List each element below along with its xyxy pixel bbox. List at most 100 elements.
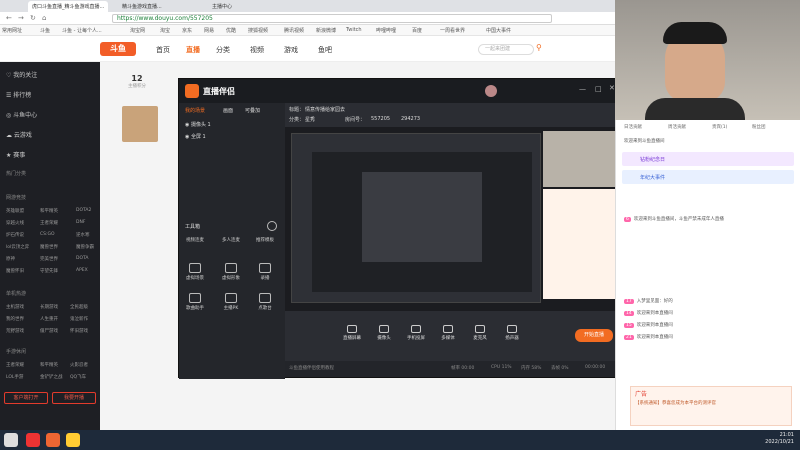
tool-pk[interactable]: 主播PK bbox=[219, 293, 243, 311]
category-link[interactable]: lol云顶之弈 bbox=[6, 244, 29, 250]
nav-video[interactable]: 视频 bbox=[250, 45, 264, 55]
category-link[interactable]: 穿越火线 bbox=[6, 220, 24, 226]
close-icon[interactable]: ✕ bbox=[609, 84, 615, 92]
browser-tab[interactable]: 精斗鱼游戏直播... bbox=[118, 1, 198, 12]
room-title[interactable]: 情意传播给家园去 bbox=[305, 106, 345, 113]
streamer-avatar[interactable] bbox=[122, 106, 158, 142]
room-category[interactable]: 星秀 bbox=[305, 116, 315, 123]
category-link[interactable]: 主机游戏 bbox=[6, 304, 24, 310]
nav-live[interactable]: 直播 bbox=[186, 45, 200, 55]
category-link[interactable]: DOTA bbox=[76, 256, 89, 261]
forward-icon[interactable]: → bbox=[18, 14, 24, 22]
category-link[interactable]: 魔兽世界 bbox=[40, 244, 58, 250]
nav-category[interactable]: 分类 bbox=[216, 45, 230, 55]
category-link[interactable]: 长期游戏 bbox=[40, 304, 58, 310]
category-link[interactable]: 英雄联盟 bbox=[6, 208, 24, 214]
scene-item[interactable]: ◉ 摄像头 1 bbox=[185, 121, 211, 128]
tab-overlay[interactable]: 可叠加 bbox=[245, 107, 260, 114]
url-input[interactable]: https://www.douyu.com/557205 bbox=[112, 14, 552, 23]
category-link[interactable]: 火影忍者 bbox=[70, 362, 88, 368]
speaker-button[interactable]: 扬声器 bbox=[497, 325, 527, 341]
tab-scenes[interactable]: 我的场景 bbox=[185, 107, 205, 114]
refresh-icon[interactable]: ↻ bbox=[30, 14, 36, 22]
category-link[interactable]: LOL手游 bbox=[6, 374, 23, 380]
category-link[interactable]: 王者荣耀 bbox=[6, 362, 24, 368]
mic-button[interactable]: 麦克风 bbox=[465, 325, 495, 341]
tool-template[interactable]: 推荐模板 bbox=[253, 237, 277, 243]
event-banner[interactable]: 钻粉纪念日 bbox=[622, 152, 794, 166]
start-live-button[interactable]: 开始直播 bbox=[575, 329, 613, 342]
chat-tab[interactable]: 粉丝团 bbox=[752, 124, 766, 130]
event-banner[interactable]: 年纪大事件 bbox=[622, 170, 794, 184]
start-stream-button[interactable]: 我要开播 bbox=[52, 392, 96, 404]
folder-icon[interactable] bbox=[66, 433, 80, 447]
bookmark[interactable]: 网易 bbox=[204, 27, 214, 34]
chrome-icon[interactable] bbox=[26, 433, 40, 447]
add-media-button[interactable]: 多媒体 bbox=[433, 325, 463, 341]
tab-picture[interactable]: 画面 bbox=[223, 107, 233, 114]
add-screen-button[interactable]: 直播屏幕 bbox=[337, 325, 367, 341]
bookmark[interactable]: 优酷 bbox=[226, 27, 236, 34]
sidebar-item-rank[interactable]: ☰ 排行榜 bbox=[6, 90, 31, 99]
tool-song-helper[interactable]: 歌曲助手 bbox=[183, 293, 207, 311]
sidebar-item-match[interactable]: ★ 赛事 bbox=[6, 150, 25, 159]
nav-yuba[interactable]: 鱼吧 bbox=[318, 45, 332, 55]
category-link[interactable]: 炉石传说 bbox=[6, 232, 24, 238]
category-link[interactable]: DOTA2 bbox=[76, 208, 91, 213]
category-link[interactable]: 人生重开 bbox=[40, 316, 58, 322]
toolbox-more-icon[interactable] bbox=[267, 221, 277, 231]
bookmark[interactable]: Twitch bbox=[346, 27, 362, 33]
bookmark[interactable]: 斗鱼 bbox=[40, 27, 50, 34]
browser-tab[interactable]: 主播中心 bbox=[208, 1, 268, 12]
sidebar-item-cloudgame[interactable]: ☁ 云游戏 bbox=[6, 130, 32, 139]
tool-video-mic[interactable]: 视频连麦 bbox=[183, 237, 207, 243]
tool-song-request[interactable]: 点歌台 bbox=[253, 293, 277, 311]
chat-tab[interactable]: 日活贡献 bbox=[624, 124, 642, 130]
tool-virtual-scene[interactable]: 虚拟场景 bbox=[183, 263, 207, 281]
scene-item[interactable]: ◉ 全屏 1 bbox=[185, 133, 206, 140]
category-link[interactable]: 和平精英 bbox=[40, 362, 58, 368]
sidebar-item-center[interactable]: ◎ 斗鱼中心 bbox=[6, 110, 37, 119]
bookmark[interactable]: 哔哩哔哩 bbox=[376, 27, 396, 34]
bookmark[interactable]: 新浪微博 bbox=[316, 27, 336, 34]
tool-record[interactable]: 录播 bbox=[253, 263, 277, 281]
search-icon[interactable]: ⚲ bbox=[536, 43, 542, 52]
tool-virtual-avatar[interactable]: 虚拟形象 bbox=[219, 263, 243, 281]
user-avatar[interactable] bbox=[485, 85, 497, 97]
bookmark[interactable]: 斗鱼 - 让每个人... bbox=[62, 27, 102, 34]
category-link[interactable]: 怀旧游戏 bbox=[70, 328, 88, 334]
bookmark[interactable]: 淘宝 bbox=[160, 27, 170, 34]
ad-banner[interactable]: 广告 【系统通知】恭喜您成为本平台的测评官 bbox=[630, 386, 792, 426]
add-phone-cast-button[interactable]: 手机投屏 bbox=[401, 325, 431, 341]
home-icon[interactable]: ⌂ bbox=[42, 14, 46, 22]
category-link[interactable]: QQ飞车 bbox=[70, 374, 86, 380]
chat-tab[interactable]: 周活贡献 bbox=[668, 124, 686, 130]
bookmark[interactable]: 搜狐视频 bbox=[248, 27, 268, 34]
category-link[interactable]: 金铲铲之战 bbox=[40, 374, 63, 380]
nav-game[interactable]: 游戏 bbox=[284, 45, 298, 55]
maximize-icon[interactable]: □ bbox=[595, 85, 602, 93]
category-link[interactable]: APEX bbox=[76, 268, 88, 273]
site-logo[interactable]: 斗鱼 bbox=[100, 42, 136, 56]
nav-home[interactable]: 首页 bbox=[156, 45, 170, 55]
search-input[interactable]: 一起来团建 bbox=[478, 44, 534, 55]
category-link[interactable]: 荒野游戏 bbox=[6, 328, 24, 334]
category-link[interactable]: 魔兽怀旧 bbox=[6, 268, 24, 274]
start-icon[interactable] bbox=[4, 433, 18, 447]
category-link[interactable]: 全民超级 bbox=[70, 304, 88, 310]
category-link[interactable]: 原神 bbox=[6, 256, 15, 262]
bookmark[interactable]: 淘宝网 bbox=[130, 27, 145, 34]
category-link[interactable]: 守望先锋 bbox=[40, 268, 58, 274]
category-link[interactable]: 鬼泣新作 bbox=[70, 316, 88, 322]
add-camera-button[interactable]: 摄像头 bbox=[369, 325, 399, 341]
minimize-icon[interactable]: — bbox=[579, 85, 586, 93]
back-icon[interactable]: ← bbox=[6, 14, 12, 22]
client-open-button[interactable]: 客户端打开 bbox=[4, 392, 48, 404]
bookmark[interactable]: 常用网址 bbox=[2, 27, 22, 34]
category-link[interactable]: 僵尸游戏 bbox=[40, 328, 58, 334]
app-icon[interactable] bbox=[46, 433, 60, 447]
category-link[interactable]: 完美世界 bbox=[40, 256, 58, 262]
bookmark[interactable]: 京东 bbox=[182, 27, 192, 34]
category-link[interactable]: 逆水寒 bbox=[76, 232, 90, 238]
chat-tab[interactable]: 贵宾(1) bbox=[712, 124, 727, 130]
